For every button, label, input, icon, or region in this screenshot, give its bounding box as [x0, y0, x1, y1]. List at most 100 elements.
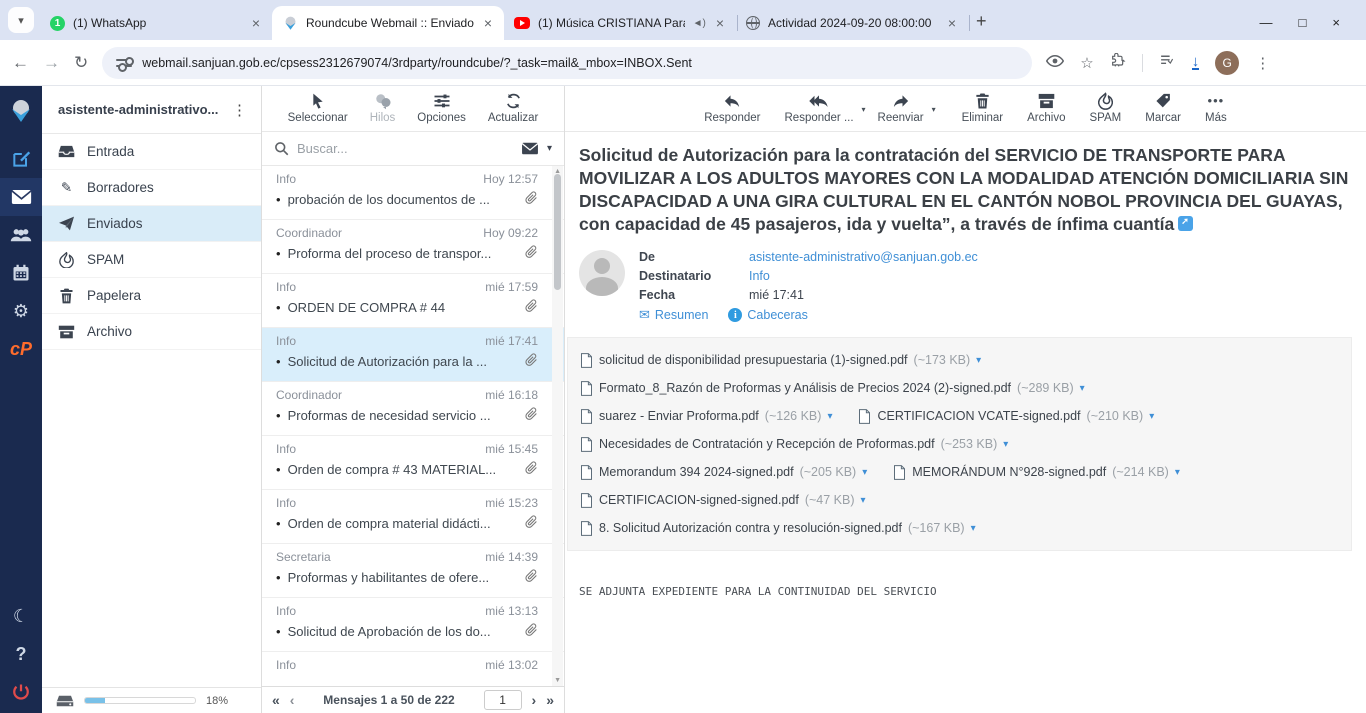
- message-row[interactable]: CoordinadorHoy 09:22 •Proforma del proce…: [262, 220, 564, 274]
- maximize-button[interactable]: □: [1299, 15, 1307, 30]
- attachment-menu-caret-icon[interactable]: ▾: [861, 495, 866, 506]
- folder-trash[interactable]: Papelera: [42, 278, 261, 314]
- browser-menu-icon[interactable]: ⋮: [1255, 54, 1270, 72]
- more-button[interactable]: ••• Más: [1205, 92, 1227, 124]
- download-icon[interactable]: ↓: [1192, 56, 1200, 70]
- reply-all-caret-icon[interactable]: ▾: [862, 105, 866, 114]
- forward-button[interactable]: →: [43, 53, 60, 73]
- tab-youtube[interactable]: (1) Música CRISTIANA Para ◄) ×: [504, 6, 736, 40]
- folder-archive[interactable]: Archivo: [42, 314, 261, 350]
- message-row[interactable]: Coordinadormié 16:18 •Proformas de neces…: [262, 382, 564, 436]
- search-scope-mail-icon[interactable]: [521, 142, 539, 155]
- spam-button[interactable]: SPAM: [1089, 92, 1121, 124]
- forward-button[interactable]: Reenviar ▾: [878, 92, 924, 124]
- folder-spam[interactable]: SPAM: [42, 242, 261, 278]
- refresh-button[interactable]: Actualizar: [488, 92, 539, 124]
- back-button[interactable]: ←: [12, 53, 29, 73]
- list-scrollbar[interactable]: ▲ ▼: [552, 166, 563, 686]
- tab-close-icon[interactable]: ×: [946, 15, 958, 31]
- minimize-button[interactable]: —: [1260, 15, 1273, 30]
- address-bar[interactable]: webmail.sanjuan.gob.ec/cpsess2312679074/…: [102, 47, 1032, 79]
- calendar-icon[interactable]: [0, 254, 42, 292]
- open-in-new-window-icon[interactable]: [1178, 216, 1193, 231]
- profile-avatar[interactable]: G: [1215, 51, 1239, 75]
- bookmark-star-icon[interactable]: ☆: [1080, 54, 1093, 72]
- url-text[interactable]: webmail.sanjuan.gob.ec/cpsess2312679074/…: [142, 56, 692, 70]
- attachment-item[interactable]: Necesidades de Contratación y Recepción …: [580, 437, 1008, 452]
- prev-page-icon[interactable]: ‹: [290, 692, 295, 708]
- message-row[interactable]: InfoHoy 12:57 •probación de los document…: [262, 166, 564, 220]
- attachment-menu-caret-icon[interactable]: ▾: [976, 355, 981, 366]
- page-number-input[interactable]: 1: [484, 690, 522, 710]
- from-address-link[interactable]: asistente-administrativo@sanjuan.gob.ec: [749, 250, 978, 264]
- attachment-menu-caret-icon[interactable]: ▾: [1175, 467, 1180, 478]
- folder-drafts[interactable]: ✎ Borradores: [42, 170, 261, 206]
- new-tab-button[interactable]: +: [976, 11, 987, 32]
- reading-list-icon[interactable]: [1159, 53, 1176, 72]
- delete-button[interactable]: Eliminar: [962, 92, 1004, 124]
- last-page-icon[interactable]: »: [546, 692, 554, 708]
- attachment-menu-caret-icon[interactable]: ▾: [1149, 411, 1154, 422]
- eye-icon[interactable]: [1046, 54, 1064, 72]
- attachment-item[interactable]: Memorandum 394 2024-signed.pdf(~205 KB)▾: [580, 465, 867, 480]
- options-button[interactable]: Opciones: [417, 92, 466, 124]
- threads-button[interactable]: Hilos: [370, 92, 396, 124]
- attachment-item[interactable]: suarez - Enviar Proforma.pdf(~126 KB)▾: [580, 409, 832, 424]
- contacts-icon[interactable]: [0, 216, 42, 254]
- message-row[interactable]: Secretariamié 14:39 •Proformas y habilit…: [262, 544, 564, 598]
- select-button[interactable]: Seleccionar: [288, 92, 348, 124]
- to-address-link[interactable]: Info: [749, 269, 770, 283]
- reply-button[interactable]: Responder: [704, 92, 760, 124]
- attachment-menu-caret-icon[interactable]: ▾: [827, 411, 832, 422]
- tab-search-button[interactable]: ▾: [8, 7, 34, 33]
- message-row[interactable]: Infomié 15:45 •Orden de compra # 43 MATE…: [262, 436, 564, 490]
- attachment-menu-caret-icon[interactable]: ▾: [1003, 439, 1008, 450]
- first-page-icon[interactable]: «: [272, 692, 280, 708]
- extensions-icon[interactable]: [1110, 53, 1126, 73]
- account-menu-icon[interactable]: ⋮: [228, 101, 251, 119]
- cpanel-icon[interactable]: cP: [0, 330, 42, 368]
- attachment-item[interactable]: MEMORÁNDUM N°928-signed.pdf(~214 KB)▾: [893, 465, 1180, 480]
- attachment-menu-caret-icon[interactable]: ▾: [1080, 383, 1085, 394]
- attachment-item[interactable]: solicitud de disponibilidad presupuestar…: [580, 353, 981, 368]
- help-icon[interactable]: ?: [0, 635, 42, 673]
- settings-gear-icon[interactable]: ⚙: [0, 292, 42, 330]
- headers-link[interactable]: iCabeceras: [728, 308, 807, 322]
- reload-button[interactable]: ↻: [74, 53, 88, 73]
- mark-button[interactable]: Marcar: [1145, 92, 1181, 124]
- message-row[interactable]: Infomié 17:59 •ORDEN DE COMPRA # 44: [262, 274, 564, 328]
- summary-link[interactable]: ✉Resumen: [639, 307, 708, 323]
- dark-mode-moon-icon[interactable]: ☾: [0, 597, 42, 635]
- tab-close-icon[interactable]: ×: [714, 15, 726, 31]
- attachment-item[interactable]: Formato_8_Razón de Proformas y Análisis …: [580, 381, 1085, 396]
- message-row-selected[interactable]: Infomié 17:41 •Solicitud de Autorización…: [262, 328, 564, 382]
- logout-power-icon[interactable]: [0, 673, 42, 711]
- message-row[interactable]: Infomié 13:13 •Solicitud de Aprobación d…: [262, 598, 564, 652]
- tab-close-icon[interactable]: ×: [482, 15, 494, 31]
- tab-close-icon[interactable]: ×: [250, 15, 262, 31]
- site-settings-icon[interactable]: [116, 56, 132, 70]
- tab-audio-icon[interactable]: ◄): [693, 18, 706, 29]
- tab-roundcube[interactable]: Roundcube Webmail :: Enviado: ×: [272, 6, 504, 40]
- search-input[interactable]: [297, 141, 513, 156]
- scrollbar-thumb[interactable]: [554, 174, 561, 290]
- forward-caret-icon[interactable]: ▾: [932, 105, 936, 114]
- search-options-chevron-icon[interactable]: ▾: [547, 143, 552, 154]
- message-row[interactable]: Infomié 15:23 •Orden de compra material …: [262, 490, 564, 544]
- compose-icon[interactable]: [0, 140, 42, 178]
- attachment-item[interactable]: 8. Solicitud Autorización contra y resol…: [580, 521, 976, 536]
- attachment-item[interactable]: CERTIFICACION VCATE-signed.pdf(~210 KB)▾: [858, 409, 1154, 424]
- folder-sent[interactable]: Enviados: [42, 206, 261, 242]
- message-row[interactable]: Infomié 13:02: [262, 652, 564, 686]
- archive-button[interactable]: Archivo: [1027, 92, 1065, 124]
- folder-inbox[interactable]: Entrada: [42, 134, 261, 170]
- tab-actividad[interactable]: Actividad 2024-09-20 08:00:00 ×: [736, 6, 968, 40]
- attachment-menu-caret-icon[interactable]: ▾: [971, 523, 976, 534]
- next-page-icon[interactable]: ›: [532, 692, 537, 708]
- attachment-menu-caret-icon[interactable]: ▾: [862, 467, 867, 478]
- close-button[interactable]: ×: [1332, 15, 1340, 30]
- reply-all-button[interactable]: Responder ... ▾: [785, 92, 854, 124]
- attachment-item[interactable]: CERTIFICACION-signed-signed.pdf(~47 KB)▾: [580, 493, 866, 508]
- mail-nav-icon[interactable]: [0, 178, 42, 216]
- tab-whatsapp[interactable]: 1 (1) WhatsApp ×: [40, 6, 272, 40]
